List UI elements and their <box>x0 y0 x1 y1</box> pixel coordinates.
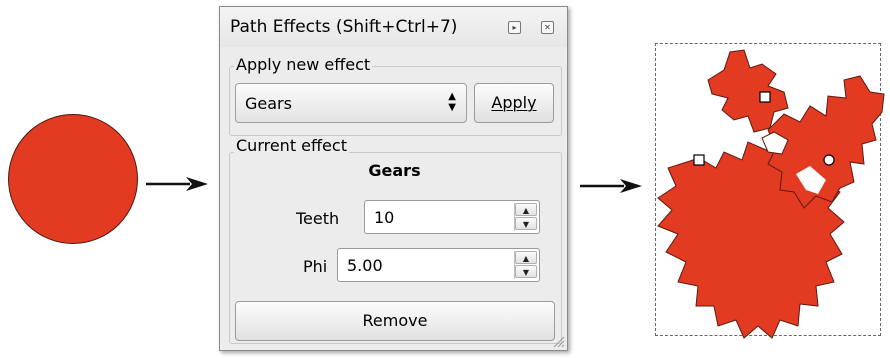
gears-result-shape[interactable] <box>650 40 886 340</box>
phi-value: 5.00 <box>347 256 383 275</box>
dialog-title: Path Effects (Shift+Ctrl+7) <box>230 17 458 37</box>
close-icon[interactable]: ✕ <box>541 21 554 34</box>
current-effect-name: Gears <box>368 161 421 180</box>
teeth-decrement-icon[interactable]: ▼ <box>515 217 537 230</box>
original-circle-shape[interactable] <box>8 114 138 244</box>
dock-icon[interactable]: ▸ <box>508 21 521 34</box>
current-effect-label: Current effect <box>234 136 349 155</box>
node-handle[interactable] <box>693 154 705 166</box>
phi-decrement-icon[interactable]: ▼ <box>515 265 537 278</box>
path-effects-dialog: Path Effects (Shift+Ctrl+7) ▸ ✕ Apply ne… <box>219 6 568 351</box>
resize-grip-icon[interactable] <box>549 332 565 348</box>
arrow-right-icon <box>146 177 208 191</box>
apply-button-label: Apply <box>491 93 537 112</box>
effect-select[interactable]: Gears ▲ ▼ <box>235 83 467 123</box>
node-handle[interactable] <box>823 154 835 166</box>
dialog-titlebar[interactable]: Path Effects (Shift+Ctrl+7) ▸ ✕ <box>220 7 567 47</box>
phi-spinbox[interactable]: 5.00 ▲ ▼ <box>337 248 540 282</box>
apply-new-effect-label: Apply new effect <box>234 55 373 74</box>
phi-label: Phi <box>303 257 328 276</box>
phi-increment-icon[interactable]: ▲ <box>515 251 537 264</box>
updown-icon: ▲ ▼ <box>448 91 456 113</box>
teeth-increment-icon[interactable]: ▲ <box>515 203 537 216</box>
teeth-spinbox[interactable]: 10 ▲ ▼ <box>364 200 540 234</box>
apply-button[interactable]: Apply <box>474 83 554 123</box>
arrow-right-icon <box>580 179 642 193</box>
teeth-value: 10 <box>374 208 395 227</box>
effect-select-value: Gears <box>245 94 292 113</box>
node-handle[interactable] <box>759 91 771 103</box>
remove-button[interactable]: Remove <box>235 301 555 341</box>
remove-button-label: Remove <box>362 311 428 330</box>
teeth-label: Teeth <box>296 209 340 228</box>
